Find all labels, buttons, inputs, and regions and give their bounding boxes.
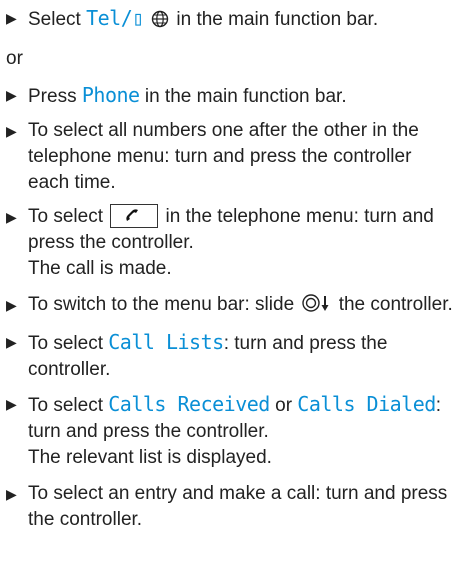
globe-icon [151,10,169,36]
or-label: or [6,48,23,69]
step-switch-menu-bar: ▶ To switch to the menu bar: slide the c… [6,292,456,321]
step-text-pre: Select [28,9,87,30]
step-select-tel: ▶ Select Tel/▯ in the main function bar. [6,5,456,36]
bullet-icon: ▶ [6,334,17,350]
step-text-post: in the main function bar. [139,86,347,107]
result-text: The call is made. [28,258,172,279]
step-select-entry: ▶ To select an entry and make a call: tu… [6,481,456,533]
step-text-post: in the main function bar. [171,9,379,30]
menu-item-phone: Phone [81,83,140,107]
step-text-mid: or [269,395,298,416]
step-text-pre: To select [28,206,109,227]
step-text-pre: To select [28,395,109,416]
phone-handset-icon [110,204,159,228]
bullet-icon: ▶ [6,87,17,103]
instruction-page: ▶ Select Tel/▯ in the main function bar.… [0,0,456,533]
bullet-icon: ▶ [6,10,17,26]
step-text-pre: Press [28,86,82,107]
menu-item-call-lists: Call Lists [108,330,224,354]
bullet-icon: ▶ [6,396,17,412]
menu-item-calls-received: Calls Received [108,392,270,416]
step-text: To select all numbers one after the othe… [28,120,419,193]
result-text: The relevant list is displayed. [28,447,272,468]
step-select-call: ▶ To select in the telephone menu: turn … [6,204,456,282]
step-text-pre: To select [28,333,109,354]
bullet-icon: ▶ [6,297,17,313]
step-press-phone: ▶ Press Phone in the main function bar. [6,82,456,110]
menu-item-tel: Tel/▯ [86,6,144,30]
step-text-post: the controller. [333,294,453,315]
bullet-icon: ▶ [6,123,17,139]
bullet-icon: ▶ [6,209,17,225]
step-select-call-lists: ▶ To select Call Lists: turn and press t… [6,329,456,383]
step-text-pre: To switch to the menu bar: slide [28,294,300,315]
menu-item-calls-dialed: Calls Dialed [297,392,436,416]
step-text: To select an entry and make a call: turn… [28,483,448,530]
bullet-icon: ▶ [6,486,17,502]
controller-slide-down-icon [301,293,331,321]
step-select-calls: ▶ To select Calls Received or Calls Dial… [6,391,456,471]
step-select-numbers: ▶ To select all numbers one after the ot… [6,118,456,196]
